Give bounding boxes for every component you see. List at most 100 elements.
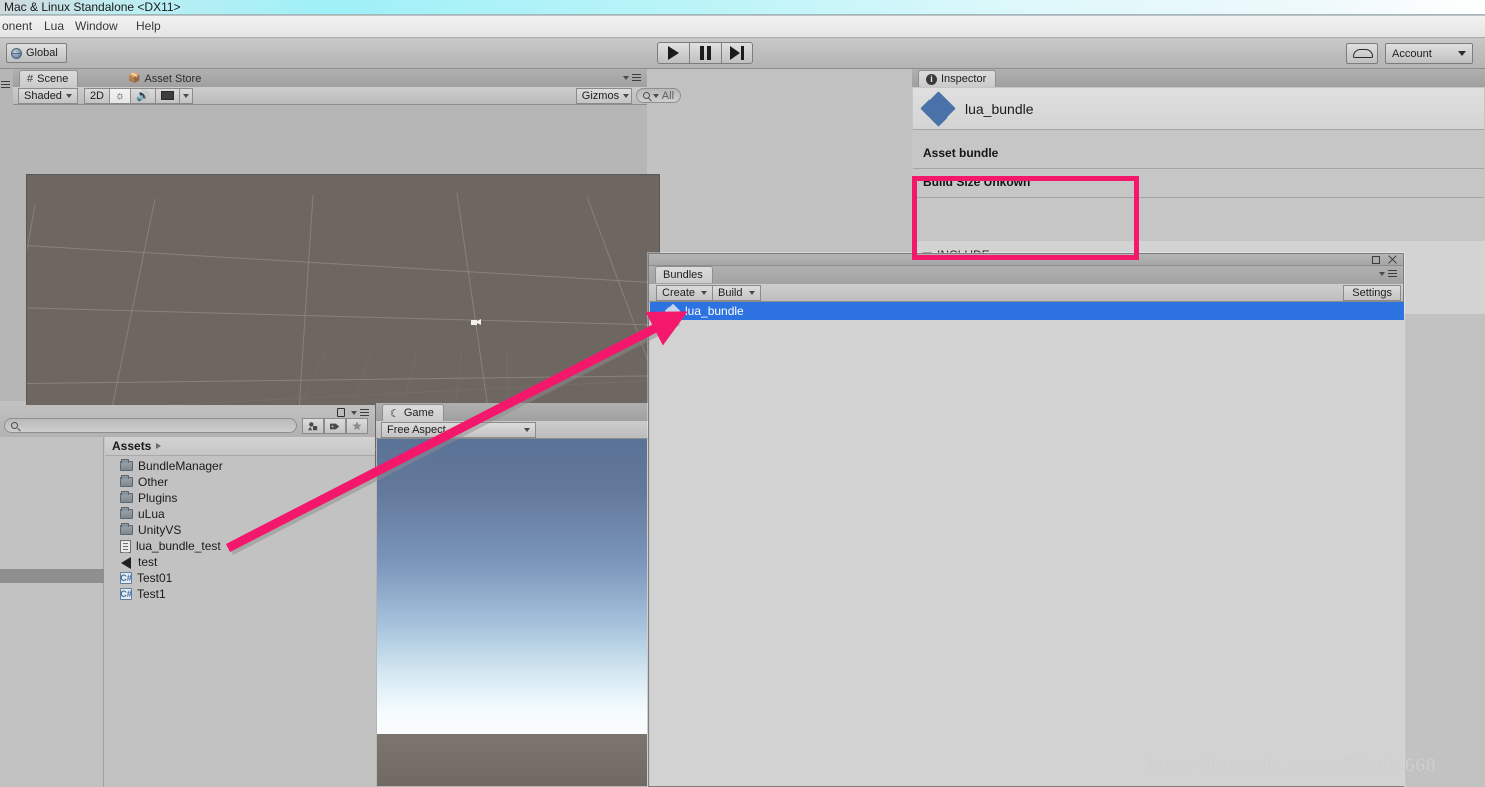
list-item[interactable]: UnityVS (105, 522, 375, 538)
menu-item-window[interactable]: Window (75, 19, 118, 33)
global-toggle-button[interactable]: Global (6, 43, 67, 63)
folder-icon (120, 491, 133, 503)
bundles-list[interactable]: lua_bundle (650, 302, 1404, 786)
project-search-input[interactable] (4, 418, 297, 433)
list-item-label: uLua (138, 507, 165, 521)
account-label: Account (1392, 47, 1432, 60)
sun-icon: ☼ (115, 89, 126, 102)
table-row[interactable]: lua_bundle (650, 302, 1404, 320)
toggle-2d-label: 2D (89, 89, 104, 102)
chevron-down-icon (701, 290, 708, 295)
favorite-star-icon[interactable] (346, 418, 368, 434)
inspector-panel: i Inspector lua_bundle Asset bundle Buil… (912, 69, 1485, 314)
scene-effects-toggle[interactable] (154, 87, 180, 104)
build-label: Build (718, 286, 743, 299)
breadcrumb: Assets (105, 437, 375, 456)
gizmos-dropdown[interactable]: Gizmos (575, 87, 632, 104)
bundles-tabstrip: Bundles (649, 266, 1403, 284)
inspector-section-title: Asset bundle (923, 146, 999, 160)
object-filter-icon[interactable] (302, 418, 324, 434)
menu-item-help[interactable]: Help (136, 19, 161, 33)
breadcrumb-assets-label: Assets (112, 439, 152, 453)
play-button[interactable] (657, 42, 689, 64)
create-label: Create (662, 286, 696, 299)
menu-item-component[interactable]: onent (2, 19, 32, 33)
list-item-label: Test1 (137, 587, 166, 601)
tab-scene[interactable]: # Scene (19, 70, 79, 87)
build-bundle-dropdown[interactable]: Build (712, 284, 761, 301)
bundles-window: Bundles Create Build Settings lua_bundle (648, 253, 1404, 787)
bundles-settings-button[interactable]: Settings (1343, 285, 1401, 301)
inspector-build-size: Build Size Unkown (923, 175, 1031, 189)
list-item[interactable]: test (105, 554, 375, 570)
aspect-ratio-dropdown[interactable]: Free Aspect (381, 421, 536, 438)
tab-asset-store-label: Asset Store (144, 72, 202, 85)
game-ground (377, 733, 647, 786)
info-icon: i (926, 73, 937, 85)
image-icon (160, 91, 174, 100)
tab-inspector[interactable]: i Inspector (918, 70, 997, 87)
csharp-script-icon: C# (120, 572, 132, 584)
tab-asset-store[interactable]: 📦 Asset Store (121, 70, 210, 87)
project-panel: Assets BundleManager Other Plugins uLua … (0, 405, 375, 787)
list-item[interactable]: C# Test01 (105, 570, 375, 586)
list-item[interactable]: Other (105, 474, 375, 490)
game-toolbar: Free Aspect (376, 421, 648, 439)
play-icon (668, 46, 679, 60)
search-icon (642, 92, 650, 99)
list-item[interactable]: BundleManager (105, 458, 375, 474)
tab-bundles-label: Bundles (663, 269, 703, 281)
close-icon[interactable] (1387, 255, 1397, 265)
scene-audio-toggle[interactable]: 🔊 (130, 87, 156, 104)
scene-toolbar: Shaded 2D ☼ 🔊 Gizmos All (13, 87, 682, 105)
inspector-body: Asset bundle Build Size Unkown INCLUDE l… (913, 130, 1485, 314)
asset-bundle-icon (664, 303, 681, 319)
project-folder-tree[interactable] (0, 437, 104, 787)
asset-bundle-icon (920, 90, 956, 127)
scene-effects-dropdown[interactable] (178, 87, 193, 104)
folder-icon (120, 475, 133, 487)
tab-inspector-label: Inspector (941, 73, 987, 85)
bundle-row-label: lua_bundle (685, 304, 744, 318)
bundles-options-icon[interactable] (1379, 270, 1397, 277)
cloud-services-button[interactable] (1346, 43, 1378, 64)
chevron-down-icon (748, 290, 755, 295)
list-item[interactable]: Plugins (105, 490, 375, 506)
scene-search-input[interactable]: All (635, 88, 682, 103)
maximize-icon[interactable] (1372, 256, 1380, 264)
game-viewport[interactable] (377, 439, 647, 786)
search-icon (11, 422, 18, 429)
list-item-label: test (138, 555, 158, 569)
chevron-down-icon (652, 93, 659, 98)
list-item[interactable]: C# Test1 (105, 586, 375, 602)
create-bundle-dropdown[interactable]: Create (656, 284, 714, 301)
scene-panel-menu-icon[interactable] (1, 81, 10, 88)
pause-button[interactable] (689, 42, 721, 64)
camera-gizmo-icon (470, 316, 484, 331)
folder-tree-selected-row[interactable] (0, 569, 104, 583)
chevron-down-icon (623, 93, 630, 98)
lock-icon[interactable] (337, 408, 345, 417)
tab-bundles[interactable]: Bundles (655, 266, 713, 283)
list-item-label: lua_bundle_test (136, 539, 221, 553)
gizmos-label: Gizmos (581, 89, 620, 102)
chevron-down-icon (65, 93, 72, 98)
game-panel: ☾ Game Free Aspect (376, 403, 648, 787)
shading-mode-dropdown[interactable]: Shaded (18, 87, 78, 104)
unity-scene-icon (120, 556, 133, 569)
tab-game[interactable]: ☾ Game (382, 404, 444, 421)
scene-lighting-toggle[interactable]: ☼ (109, 87, 132, 104)
list-item-lua-bundle-test[interactable]: lua_bundle_test (105, 538, 375, 554)
menu-item-lua[interactable]: Lua (44, 19, 64, 33)
project-toolbar (0, 405, 375, 437)
pause-icon (700, 46, 711, 60)
account-button[interactable]: Account (1385, 43, 1473, 64)
step-button[interactable] (721, 42, 753, 64)
list-item[interactable]: uLua (105, 506, 375, 522)
project-options-icon[interactable] (351, 409, 369, 416)
label-filter-icon[interactable] (324, 418, 346, 434)
globe-icon (11, 47, 22, 59)
toggle-2d-button[interactable]: 2D (83, 87, 110, 104)
scene-options-icon[interactable] (623, 74, 641, 81)
list-item-label: Test01 (137, 571, 173, 585)
